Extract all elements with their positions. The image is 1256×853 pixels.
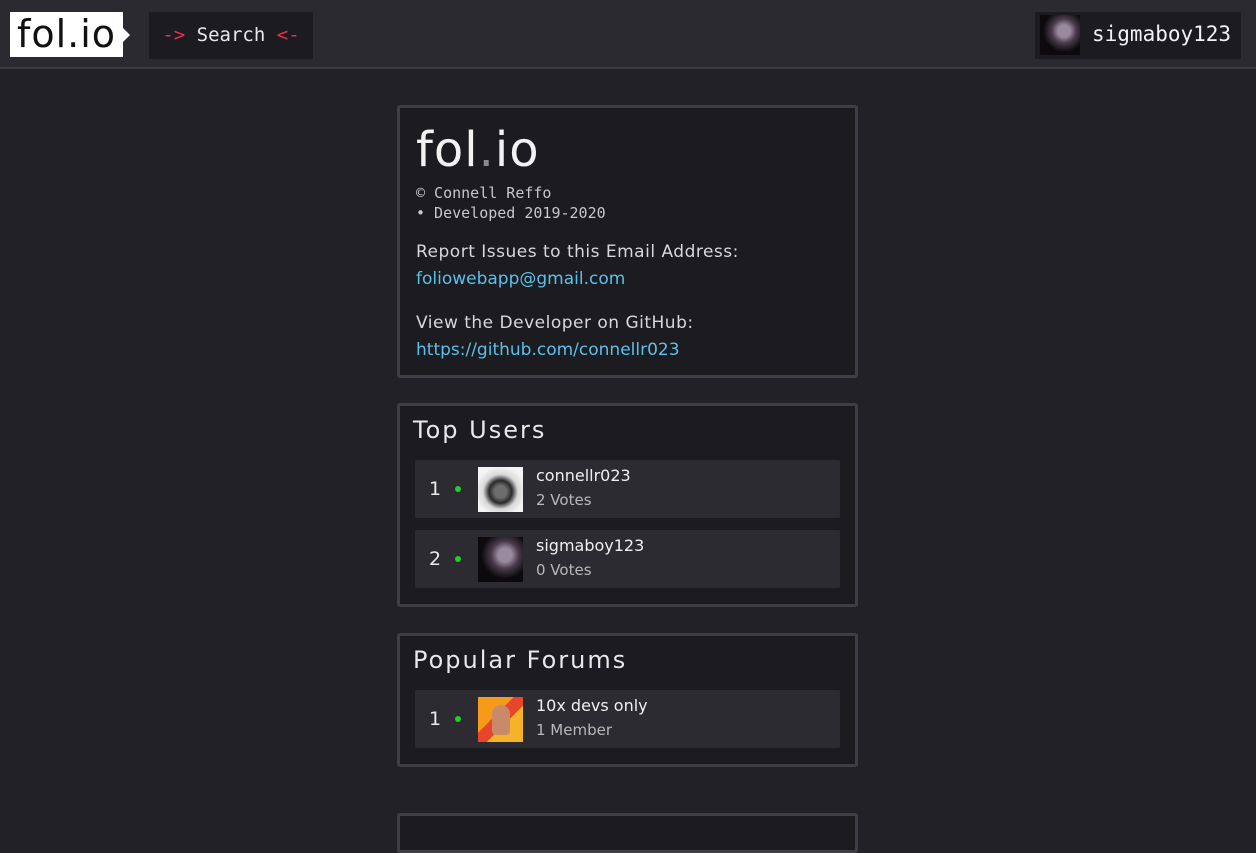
about-card: fol.io © Connell Reffo • Developed 2019-…: [397, 105, 858, 378]
user-avatar-icon: [478, 537, 523, 582]
search-label: Search: [196, 24, 266, 46]
github-label: View the Developer on GitHub:: [416, 313, 694, 333]
top-user-row[interactable]: 1 connellr023 2 Votes: [415, 460, 840, 518]
username-label: sigmaboy123: [1092, 22, 1232, 46]
about-logo-end: io: [494, 122, 540, 178]
site-logo[interactable]: fol.io: [10, 12, 130, 57]
user-rank: 2: [429, 548, 442, 570]
popular-forums-card: Popular Forums 1 10x devs only 1 Member: [397, 633, 858, 767]
github-link[interactable]: https://github.com/connellr023: [416, 340, 680, 360]
about-logo: fol.io: [416, 122, 540, 178]
next-card: [397, 813, 858, 853]
developed-text: • Developed 2019-2020: [416, 204, 606, 222]
user-name: connellr023: [536, 466, 631, 485]
online-status-dot: [455, 556, 461, 562]
duckling-avatar-icon: [478, 467, 523, 512]
user-profile-button[interactable]: sigmaboy123: [1035, 12, 1241, 59]
search-prefix-arrow: ->: [162, 24, 186, 46]
popular-forums-title: Popular Forums: [413, 646, 628, 674]
forum-row[interactable]: 1 10x devs only 1 Member: [415, 690, 840, 748]
top-users-card: Top Users 1 connellr023 2 Votes 2 sigmab…: [397, 403, 858, 607]
user-rank: 1: [429, 478, 442, 500]
issues-email-link[interactable]: foliowebapp@gmail.com: [416, 269, 625, 289]
search-suffix-arrow: <-: [276, 24, 300, 46]
user-votes: 2 Votes: [536, 491, 592, 509]
copyright-text: © Connell Reffo: [416, 184, 552, 202]
top-user-row[interactable]: 2 sigmaboy123 0 Votes: [415, 530, 840, 588]
online-status-dot: [455, 486, 461, 492]
search-button[interactable]: -> Search <-: [149, 12, 313, 59]
forum-thumbnail-icon: [478, 697, 523, 742]
issues-label: Report Issues to this Email Address:: [416, 242, 739, 262]
forum-members: 1 Member: [536, 721, 613, 739]
about-logo-dot: .: [478, 122, 495, 178]
about-logo-main: fol: [416, 122, 479, 178]
user-name: sigmaboy123: [536, 536, 645, 555]
forum-rank: 1: [429, 708, 442, 730]
online-status-dot: [455, 716, 461, 722]
user-avatar-icon: [1040, 15, 1080, 55]
top-navbar: fol.io -> Search <- sigmaboy123: [0, 0, 1256, 69]
forum-name: 10x devs only: [536, 696, 648, 715]
top-users-title: Top Users: [413, 416, 547, 444]
user-votes: 0 Votes: [536, 561, 592, 579]
